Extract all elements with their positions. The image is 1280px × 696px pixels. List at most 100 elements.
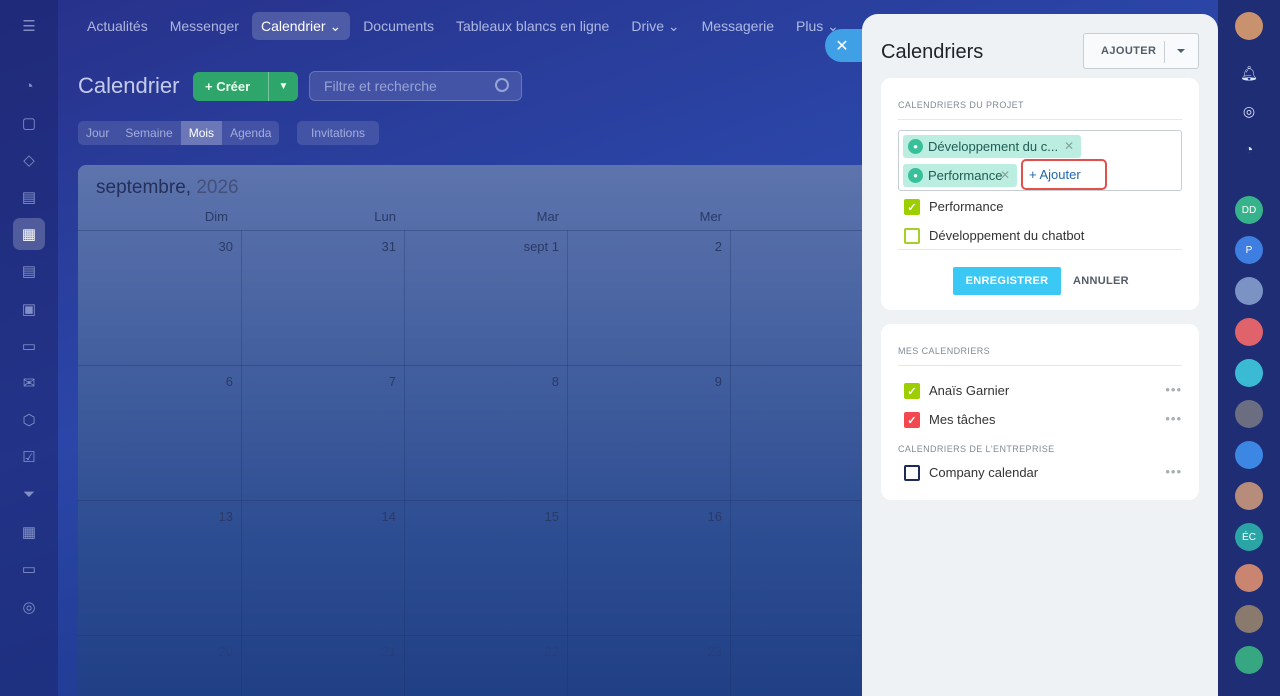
view-agenda[interactable]: Agenda (222, 121, 279, 145)
more-icon[interactable]: ••• (1165, 464, 1182, 479)
board-icon[interactable]: ▣ (16, 296, 42, 322)
booking-icon[interactable]: ▦ (16, 519, 42, 545)
more-icon[interactable]: ••• (1165, 411, 1182, 426)
more-icon[interactable]: ••• (1165, 382, 1182, 397)
tab-messenger[interactable]: Messenger (161, 12, 248, 40)
grid-line (567, 230, 568, 696)
contact-avatar[interactable] (1235, 359, 1263, 387)
invitations-button[interactable]: Invitations (297, 121, 380, 145)
copilot-icon[interactable]: ◎ (1237, 99, 1261, 123)
contact-avatar[interactable] (1235, 441, 1263, 469)
page-title: Calendrier (78, 73, 180, 98)
tab-plus-label: Plus (796, 18, 824, 34)
weekday-label: Mar (536, 209, 559, 224)
checkbox-unchecked[interactable] (904, 228, 920, 244)
tab-tableaux[interactable]: Tableaux blancs en ligne (447, 12, 618, 40)
tab-messagerie[interactable]: Messagerie (693, 12, 783, 40)
store-icon[interactable]: ▭ (16, 556, 42, 582)
day-cell[interactable]: 13 (133, 509, 233, 524)
contact-avatar[interactable] (1235, 318, 1263, 346)
calendar-icon[interactable]: ▦ (13, 218, 45, 250)
collab-icon[interactable]: ◇ (16, 147, 42, 173)
day-cell[interactable]: 16 (622, 509, 722, 524)
weekday-label: Mer (699, 209, 722, 224)
tab-actualites[interactable]: Actualités (78, 12, 157, 40)
user-avatar[interactable] (1235, 12, 1263, 40)
tab-calendrier[interactable]: Calendrier ⌄ (251, 12, 351, 40)
create-button[interactable]: + Créer ▼ (193, 72, 298, 101)
checkbox-checked[interactable]: ✓ (904, 383, 920, 399)
add-tag-link[interactable]: + Ajouter (1021, 159, 1107, 190)
contact-avatar[interactable] (1235, 646, 1263, 674)
contact-avatar[interactable] (1235, 564, 1263, 592)
search-placeholder: Filtre et recherche (324, 78, 437, 94)
checkbox-unchecked[interactable] (904, 465, 920, 481)
divider (1164, 41, 1165, 63)
view-switcher: Jour Semaine Mois Agenda (78, 121, 280, 145)
month-grid: septembre, 2026 Dim Lun Mar Mer 30 31 se… (78, 165, 878, 696)
tag-label: Développement du c... (928, 139, 1059, 154)
day-cell[interactable]: 9 (622, 374, 722, 389)
contact-avatar[interactable] (1235, 605, 1263, 633)
company-section-title: CALENDRIERS DE L'ENTREPRISE (898, 444, 1055, 454)
filter-icon[interactable]: ⏷ (16, 481, 42, 507)
day-cell[interactable]: 7 (296, 374, 396, 389)
tab-documents[interactable]: Documents (354, 12, 443, 40)
contact-avatar[interactable] (1235, 482, 1263, 510)
view-month[interactable]: Mois (180, 121, 223, 145)
contact-avatar[interactable]: P (1235, 236, 1263, 264)
close-panel-button[interactable]: ✕ (825, 29, 865, 62)
day-cell[interactable]: 20 (133, 644, 233, 659)
create-button-label: + Créer (205, 79, 251, 94)
analytics-icon[interactable]: ◎ (16, 594, 42, 620)
day-cell[interactable]: 15 (459, 509, 559, 524)
contact-avatar[interactable]: DD (1235, 196, 1263, 224)
my-calendars-card: MES CALENDRIERS ✓ Anaïs Garnier ••• ✓ Me… (881, 324, 1199, 500)
project-tag-selector[interactable]: ● Développement du c... ✕ ● Performance … (898, 130, 1182, 191)
tasks-icon[interactable]: ▤ (16, 184, 42, 210)
view-day[interactable]: Jour (78, 121, 117, 145)
contact-avatar[interactable] (1235, 400, 1263, 428)
remove-tag-icon[interactable]: ✕ (1064, 139, 1074, 153)
mail-icon[interactable]: ✉ (16, 370, 42, 396)
chat-icon[interactable]: ▢ (16, 110, 42, 136)
crm-icon[interactable]: ⬡ (16, 407, 42, 433)
drive-icon[interactable]: ▭ (16, 333, 42, 359)
checkbox-checked[interactable]: ✓ (904, 199, 920, 215)
feed-icon[interactable]: ◔ (16, 73, 42, 99)
calendars-panel: Calendriers AJOUTER CALENDRIERS DU PROJE… (862, 14, 1218, 696)
tab-drive[interactable]: Drive ⌄ (622, 12, 688, 40)
hamburger-icon[interactable]: ☰ (16, 13, 42, 39)
day-cell[interactable]: 23 (622, 644, 722, 659)
search-input[interactable]: Filtre et recherche (309, 71, 522, 101)
day-cell[interactable]: 30 (133, 239, 233, 254)
day-cell[interactable]: 22 (459, 644, 559, 659)
grid-line (78, 230, 878, 231)
save-button[interactable]: ENREGISTRER (953, 267, 1061, 295)
chevron-down-icon[interactable]: ▼ (268, 72, 298, 101)
add-calendar-button[interactable]: AJOUTER (1083, 33, 1199, 69)
contact-avatar[interactable] (1235, 277, 1263, 305)
remove-tag-icon[interactable]: ✕ (1000, 168, 1010, 182)
check-icon[interactable]: ☑ (16, 444, 42, 470)
day-cell[interactable]: 8 (459, 374, 559, 389)
day-cell[interactable]: 31 (296, 239, 396, 254)
view-week[interactable]: Semaine (117, 121, 180, 145)
document-icon[interactable]: ▤ (16, 258, 42, 284)
chevron-down-icon[interactable] (1177, 49, 1185, 53)
calendar-label: Anaïs Garnier (929, 383, 1010, 398)
day-cell[interactable]: sept 1 (459, 239, 559, 254)
day-cell[interactable]: 6 (133, 374, 233, 389)
search-icon (495, 78, 509, 92)
day-cell[interactable]: 2 (622, 239, 722, 254)
chevron-down-icon: ⌄ (325, 18, 342, 34)
support-icon[interactable]: ◔ (1237, 137, 1261, 161)
checkbox-checked[interactable]: ✓ (904, 412, 920, 428)
day-cell[interactable]: 14 (296, 509, 396, 524)
day-cell[interactable]: 21 (296, 644, 396, 659)
cancel-button[interactable]: ANNULER (1073, 267, 1129, 295)
bell-icon[interactable]: 🔔︎ (1237, 61, 1261, 85)
contact-avatar[interactable]: ÉC (1235, 523, 1263, 551)
project-calendars-card: CALENDRIERS DU PROJET ● Développement du… (881, 78, 1199, 310)
divider (898, 249, 1182, 250)
